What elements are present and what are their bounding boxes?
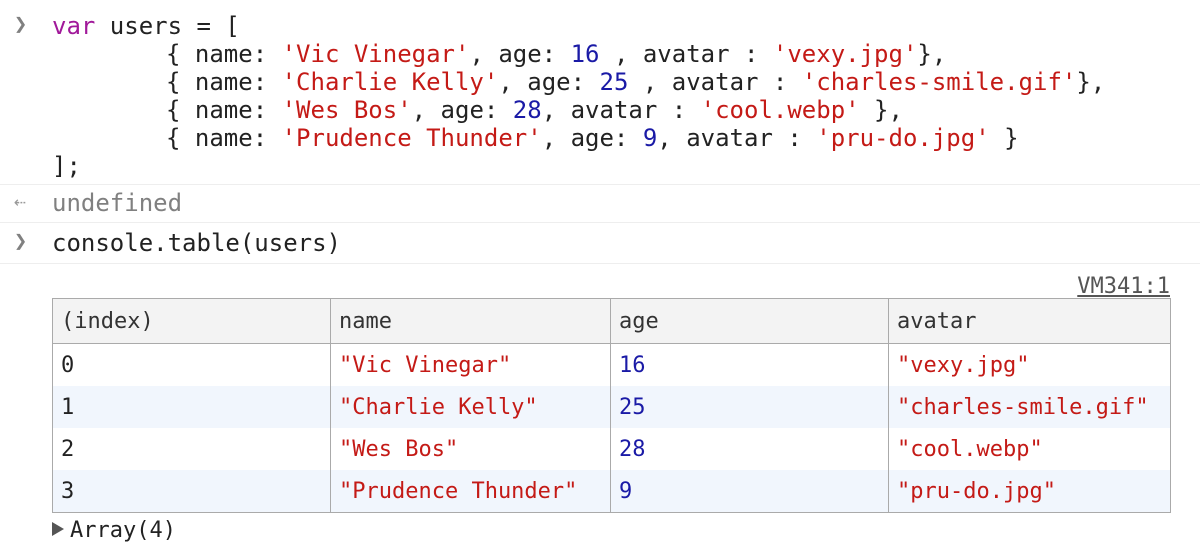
keyword-var: var	[52, 12, 96, 40]
cell-age: 25	[610, 386, 889, 428]
code-string: 'Prudence Thunder'	[281, 124, 542, 152]
table-row: 3 "Prudence Thunder" 9 "pru-do.jpg"	[52, 470, 1171, 513]
code-line-row-1: { name: 'Charlie Kelly', age: 25 , avata…	[166, 68, 1106, 96]
cell-name: "Vic Vinegar"	[330, 343, 611, 386]
console-output-entry: ⇠ undefined	[0, 185, 1200, 223]
cell-age: 28	[610, 428, 889, 470]
table-header-row: (index) name age avatar	[52, 298, 1171, 344]
column-header-name[interactable]: name	[330, 298, 611, 344]
cell-index: 0	[52, 343, 331, 386]
table-row: 1 "Charlie Kelly" 25 "charles-smile.gif"	[52, 386, 1171, 428]
table-row: 2 "Wes Bos" 28 "cool.webp"	[52, 428, 1171, 470]
cell-age: 9	[610, 470, 889, 513]
code-line-closing: ];	[52, 152, 81, 180]
cell-index: 3	[52, 470, 331, 513]
array-expand-toggle[interactable]: Array(4)	[52, 518, 176, 543]
code-console-table: console.table(users)	[52, 229, 341, 257]
code-string: 'Vic Vinegar'	[281, 40, 470, 68]
console-input-entry: ❯ var users = [ { name: 'Vic Vinegar', a…	[0, 0, 1200, 184]
return-arrow-icon: ⇠	[14, 189, 27, 213]
column-header-age[interactable]: age	[610, 298, 889, 344]
console-input-entry: ❯ console.table(users)	[0, 223, 1200, 263]
cell-avatar: "vexy.jpg"	[888, 343, 1171, 386]
code-string: 'vexy.jpg'	[772, 40, 918, 68]
console-table: (index) name age avatar 0 "Vic Vinegar" …	[52, 298, 1171, 513]
cell-index: 1	[52, 386, 331, 428]
code-string: 'cool.webp'	[700, 96, 860, 124]
column-header-avatar[interactable]: avatar	[888, 298, 1171, 344]
result-undefined: undefined	[52, 189, 183, 217]
code-line-1: var users = [	[52, 12, 240, 40]
cell-avatar: "pru-do.jpg"	[888, 470, 1171, 513]
cell-name: "Wes Bos"	[330, 428, 611, 470]
code-string: 'Wes Bos'	[281, 96, 412, 124]
cell-name: "Charlie Kelly"	[330, 386, 611, 428]
cell-avatar: "charles-smile.gif"	[888, 386, 1171, 428]
code-number: 9	[642, 124, 658, 152]
code-text: users = [	[95, 12, 240, 40]
cell-avatar: "cool.webp"	[888, 428, 1171, 470]
prompt-chevron-icon: ❯	[14, 12, 28, 37]
code-number: 28	[512, 96, 542, 124]
cell-name: "Prudence Thunder"	[330, 470, 611, 513]
divider	[0, 263, 1200, 264]
table-row: 0 "Vic Vinegar" 16 "vexy.jpg"	[52, 343, 1171, 386]
code-string: 'Charlie Kelly'	[281, 68, 499, 96]
code-string: 'charles-smile.gif'	[801, 68, 1077, 96]
expand-triangle-icon[interactable]	[52, 522, 64, 536]
code-line-row-3: { name: 'Prudence Thunder', age: 9, avat…	[166, 124, 1019, 152]
code-line-row-2: { name: 'Wes Bos', age: 28, avatar : 'co…	[166, 96, 903, 124]
array-label: Array(4)	[70, 518, 176, 543]
code-line-row-0: { name: 'Vic Vinegar', age: 16 , avatar …	[166, 40, 947, 68]
prompt-chevron-icon: ❯	[14, 229, 28, 254]
column-header-index[interactable]: (index)	[52, 298, 331, 344]
code-string: 'pru-do.jpg'	[816, 124, 990, 152]
code-number: 16	[570, 40, 600, 68]
code-number: 25	[599, 68, 629, 96]
source-link[interactable]: VM341:1	[1077, 274, 1170, 299]
cell-index: 2	[52, 428, 331, 470]
cell-age: 16	[610, 343, 889, 386]
